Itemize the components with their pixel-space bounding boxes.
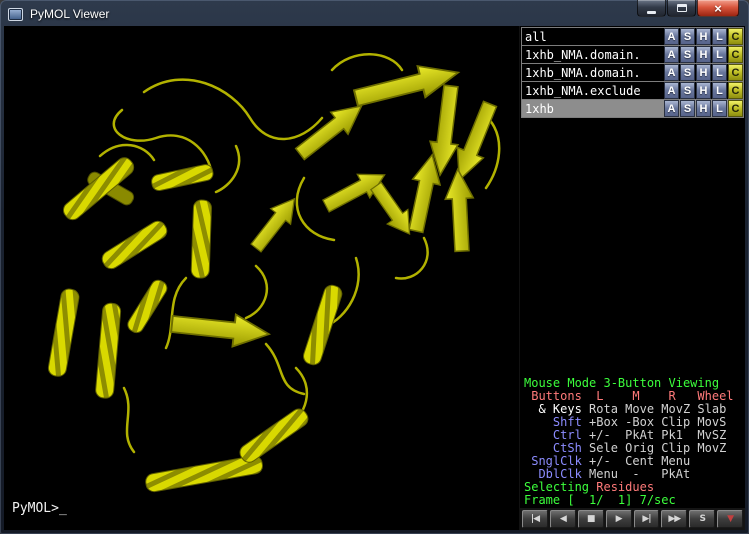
object-row[interactable]: allASHLC bbox=[521, 27, 744, 46]
object-label-button[interactable]: L bbox=[712, 100, 727, 117]
app-icon bbox=[8, 8, 23, 21]
play-button[interactable]: ▶ bbox=[606, 510, 632, 528]
object-label-button[interactable]: L bbox=[712, 28, 727, 45]
maximize-icon bbox=[677, 4, 687, 12]
window-title: PyMOL Viewer bbox=[30, 7, 109, 21]
object-row[interactable]: 1xhb_NMA.excludeASHLC bbox=[521, 81, 744, 100]
object-hide-button[interactable]: H bbox=[696, 46, 711, 63]
client-area: PyMOL>_ allASHLC1xhb_NMA.domain.ASHLC1xh… bbox=[4, 26, 745, 530]
maximize-button[interactable] bbox=[667, 0, 696, 17]
object-show-button[interactable]: S bbox=[680, 28, 695, 45]
object-name-label[interactable]: all bbox=[522, 30, 663, 44]
playback-bar: |◀◀■▶▶|▶▶S▼ bbox=[520, 508, 745, 530]
object-row[interactable]: 1xhb_NMA.domain.ASHLC bbox=[521, 45, 744, 64]
object-color-button[interactable]: C bbox=[728, 28, 743, 45]
internal-gui-panel: allASHLC1xhb_NMA.domain.ASHLC1xhb_NMA.do… bbox=[519, 26, 745, 530]
object-name-label[interactable]: 1xhb_NMA.domain. bbox=[522, 48, 663, 62]
3d-viewport[interactable]: PyMOL>_ bbox=[4, 26, 519, 530]
object-label-button[interactable]: L bbox=[712, 82, 727, 99]
mouse-panel[interactable]: Mouse Mode 3-Button Viewing Buttons L M … bbox=[520, 375, 745, 508]
object-label-button[interactable]: L bbox=[712, 64, 727, 81]
object-color-button[interactable]: C bbox=[728, 100, 743, 117]
fast-forward-button[interactable]: ▶▶ bbox=[661, 510, 687, 528]
window-controls: × bbox=[637, 0, 739, 17]
step-forward-button[interactable]: ▶| bbox=[634, 510, 660, 528]
command-prompt[interactable]: PyMOL>_ bbox=[12, 501, 67, 516]
close-button[interactable]: × bbox=[697, 0, 739, 17]
title-bar[interactable]: PyMOL Viewer × bbox=[4, 0, 745, 26]
object-hide-button[interactable]: H bbox=[696, 28, 711, 45]
object-row[interactable]: 1xhb_NMA.domain.ASHLC bbox=[521, 63, 744, 82]
object-action-button[interactable]: A bbox=[664, 28, 679, 45]
rewind-button[interactable]: |◀ bbox=[522, 510, 548, 528]
mouse-panel-line: Frame [ 1/ 1] 7/sec bbox=[524, 494, 745, 507]
protein-cartoon bbox=[4, 26, 519, 530]
object-show-button[interactable]: S bbox=[680, 46, 695, 63]
object-hide-button[interactable]: H bbox=[696, 64, 711, 81]
object-color-button[interactable]: C bbox=[728, 46, 743, 63]
object-action-button[interactable]: A bbox=[664, 64, 679, 81]
object-color-button[interactable]: C bbox=[728, 64, 743, 81]
scene-button[interactable]: S bbox=[689, 510, 715, 528]
step-back-button[interactable]: ◀ bbox=[550, 510, 576, 528]
stop-button[interactable]: ■ bbox=[578, 510, 604, 528]
object-name-label[interactable]: 1xhb_NMA.exclude bbox=[522, 84, 663, 98]
object-name-label[interactable]: 1xhb bbox=[522, 102, 663, 116]
panel-spacer bbox=[520, 117, 745, 375]
object-action-button[interactable]: A bbox=[664, 82, 679, 99]
pymol-viewer-window: PyMOL Viewer × bbox=[0, 0, 749, 534]
minimize-button[interactable] bbox=[637, 0, 666, 17]
object-label-button[interactable]: L bbox=[712, 46, 727, 63]
object-action-button[interactable]: A bbox=[664, 46, 679, 63]
object-row[interactable]: 1xhbASHLC bbox=[521, 99, 744, 118]
object-list: allASHLC1xhb_NMA.domain.ASHLC1xhb_NMA.do… bbox=[520, 26, 745, 117]
object-show-button[interactable]: S bbox=[680, 100, 695, 117]
object-show-button[interactable]: S bbox=[680, 82, 695, 99]
object-name-label[interactable]: 1xhb_NMA.domain. bbox=[522, 66, 663, 80]
hide-panel-button[interactable]: ▼ bbox=[717, 510, 743, 528]
object-color-button[interactable]: C bbox=[728, 82, 743, 99]
minimize-icon bbox=[647, 11, 656, 14]
object-action-button[interactable]: A bbox=[664, 100, 679, 117]
close-icon: × bbox=[714, 1, 722, 16]
object-hide-button[interactable]: H bbox=[696, 100, 711, 117]
object-show-button[interactable]: S bbox=[680, 64, 695, 81]
object-hide-button[interactable]: H bbox=[696, 82, 711, 99]
